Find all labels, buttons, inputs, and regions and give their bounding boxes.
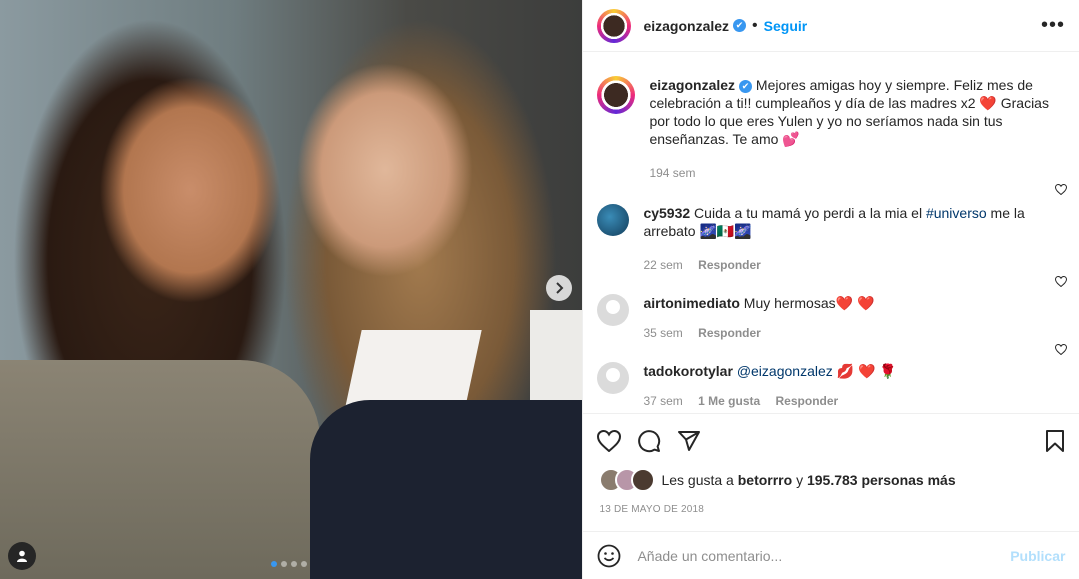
photo-dress-right (310, 400, 583, 579)
hashtag-link[interactable]: #universo (926, 205, 987, 221)
add-comment-bar: Publicar (583, 531, 1079, 579)
post-actions: Les gusta a betorrro y 195.783 personas … (583, 413, 1079, 515)
bookmark-icon (1046, 430, 1065, 452)
share-button[interactable] (677, 429, 701, 453)
comment-text: Muy hermosas (739, 295, 836, 311)
post-view: eizagonzalez ✔ • Seguir ••• eizagonzalez… (0, 0, 1079, 579)
comment-bubble-icon (638, 430, 661, 453)
comment-time[interactable]: 37 sem (643, 394, 682, 408)
commenter-avatar[interactable] (597, 294, 630, 326)
more-options-icon[interactable]: ••• (1041, 14, 1065, 37)
comment-username[interactable]: cy5932 (643, 205, 690, 221)
post-side-panel: eizagonzalez ✔ • Seguir ••• eizagonzalez… (582, 0, 1079, 579)
likes-prefix: Les gusta a (661, 472, 738, 488)
post-date[interactable]: 13 DE MAYO DE 2018 (583, 492, 1079, 515)
comment-body: airtonimediato Muy hermosas❤️ ❤️ 35 sem … (643, 294, 1065, 342)
verified-badge-icon: ✔ (733, 19, 747, 32)
like-comment-icon[interactable] (1055, 343, 1068, 358)
comment-body: cy5932 Cuida a tu mamá yo perdi a la mia… (643, 204, 1065, 274)
comment-emoji: ❤️ ❤️ (835, 295, 875, 311)
like-comment-icon[interactable] (1055, 183, 1068, 198)
caption-body: eizagonzalez ✔ Mejores amigas hoy y siemp… (649, 76, 1065, 182)
likes-middle: y (792, 472, 807, 488)
follow-button[interactable]: Seguir (764, 18, 808, 34)
comment-item: airtonimediato Muy hermosas❤️ ❤️ 35 sem … (583, 274, 1079, 342)
caption-meta: 194 sem (649, 164, 1065, 182)
caption: eizagonzalez ✔ Mejores amigas hoy y siemp… (583, 52, 1079, 182)
comment-item: cy5932 Cuida a tu mamá yo perdi a la mia… (583, 182, 1079, 274)
carousel-dot (281, 561, 287, 567)
photo-dress-left (0, 360, 320, 579)
like-comment-icon[interactable] (1055, 275, 1068, 290)
comment-button[interactable] (637, 429, 661, 453)
liker-username[interactable]: betorrro (738, 472, 792, 488)
comment-likes[interactable]: 1 Me gusta (698, 394, 760, 408)
comment-emoji: 💋 ❤️ 🌹 (832, 363, 897, 379)
chevron-right-icon (556, 282, 564, 294)
mention-link[interactable]: @eizagonzalez (737, 363, 833, 379)
reply-button[interactable]: Responder (698, 258, 761, 272)
carousel-dot (271, 561, 277, 567)
comment-username[interactable]: airtonimediato (643, 295, 739, 311)
likes-count[interactable]: 195.783 personas más (807, 472, 956, 488)
carousel-indicator (271, 561, 307, 567)
comment-emoji: 🌌🇲🇽🌌 (699, 223, 752, 239)
next-photo-button[interactable] (546, 275, 572, 301)
likes-summary: Les gusta a betorrro y 195.783 personas … (583, 454, 1079, 492)
caption-avatar[interactable] (597, 76, 636, 114)
comment-time[interactable]: 35 sem (643, 326, 682, 340)
comment-username[interactable]: tadokorotylar (643, 363, 732, 379)
author-username[interactable]: eizagonzalez (643, 18, 729, 34)
heart-outline-icon (597, 430, 622, 452)
two-hearts-emoji: 💕 (782, 131, 800, 147)
author-avatar[interactable] (597, 8, 632, 43)
liker-avatar[interactable] (631, 468, 656, 492)
comments-list[interactable]: eizagonzalez ✔ Mejores amigas hoy y siemp… (583, 52, 1079, 412)
tagged-users-button[interactable] (8, 542, 36, 570)
caption-username[interactable]: eizagonzalez (649, 77, 735, 93)
comment-body: tadokorotylar @eizagonzalez 💋 ❤️ 🌹 37 se… (643, 362, 1065, 410)
save-button[interactable] (1045, 429, 1065, 453)
post-header: eizagonzalez ✔ • Seguir ••• (583, 0, 1079, 52)
commenter-avatar[interactable] (597, 204, 630, 236)
comment-meta: 37 sem 1 Me gusta Responder (643, 392, 1045, 410)
post-photo[interactable] (0, 0, 583, 579)
emoji-picker-button[interactable] (597, 544, 621, 568)
reply-button[interactable]: Responder (698, 326, 761, 340)
heart-emoji: ❤️ (979, 95, 997, 111)
carousel-dot (301, 561, 307, 567)
heart-outline-icon (1055, 343, 1068, 356)
comment-input[interactable] (635, 546, 1011, 565)
comment-meta: 35 sem Responder (643, 324, 1045, 342)
comment-time[interactable]: 22 sem (643, 258, 682, 272)
person-icon (17, 550, 27, 562)
verified-badge-icon: ✔ (739, 79, 753, 93)
action-bar (583, 414, 1079, 454)
commenter-avatar[interactable] (597, 362, 630, 394)
caption-time[interactable]: 194 sem (649, 166, 695, 180)
carousel-dot (291, 561, 297, 567)
publish-button[interactable]: Publicar (1010, 548, 1065, 564)
heart-outline-icon (1055, 275, 1068, 288)
comment-text: Cuida a tu mamá yo perdi a la mia el (690, 205, 926, 221)
like-button[interactable] (597, 430, 622, 452)
comment-meta: 22 sem Responder (643, 256, 1045, 274)
reply-button[interactable]: Responder (776, 394, 839, 408)
paper-plane-icon (678, 431, 701, 451)
smiley-icon (598, 544, 621, 567)
heart-outline-icon (1055, 183, 1068, 196)
comment-item: tadokorotylar @eizagonzalez 💋 ❤️ 🌹 37 se… (583, 342, 1079, 410)
likes-text: Les gusta a betorrro y 195.783 personas … (661, 472, 955, 488)
header-separator: • (752, 16, 758, 34)
